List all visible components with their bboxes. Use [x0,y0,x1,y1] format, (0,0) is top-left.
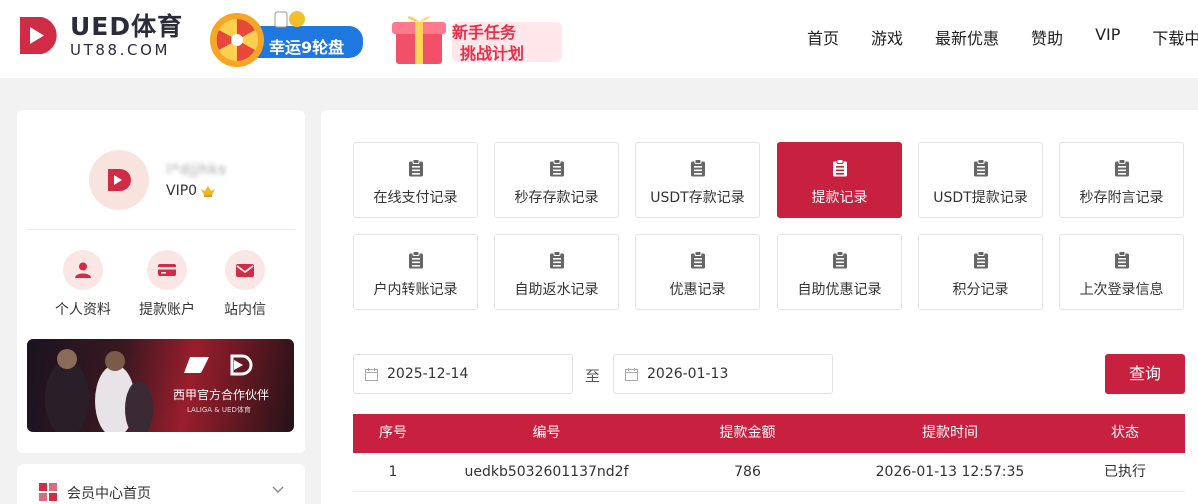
row-status: 已执行 [1104,464,1146,480]
clipboard-icon [549,251,564,269]
mail-icon [236,263,254,277]
tab-label: 秒存存款记录 [514,190,599,206]
calendar-icon [625,368,638,381]
nav-home[interactable]: 首页 [807,25,839,49]
tab-internal-transfer-records[interactable]: 户内转账记录 [353,234,478,310]
user-card: l*djjhks VIP0 个人资料 提款账户 站内信 西甲官方合作伙伴 LAL… [17,110,305,453]
quick-inbox[interactable]: 站内信 [205,250,285,319]
banner-title: 西甲官方合作伙伴 [173,388,270,402]
quick-profile[interactable]: 个人资料 [43,250,123,319]
clipboard-icon [408,159,423,177]
main-nav: 首页 游戏 最新优惠 赞助 VIP 下载中心 [807,25,1198,49]
end-date-value: 2026-01-13 [647,366,729,382]
divider [27,229,295,230]
clipboard-icon [1114,251,1129,269]
laliga-partner-banner[interactable]: 西甲官方合作伙伴 LALIGA & UED体育 [27,339,294,432]
col-number: 编号 [532,425,561,441]
date-range-separator: 至 [585,367,601,385]
newbie-task-promo[interactable]: 新手任务 挑战计划 [392,8,568,70]
clipboard-icon [549,159,564,177]
tab-label: 提款记录 [811,190,868,206]
table-header: 序号 编号 提款金额 提款时间 状态 [353,414,1185,453]
tab-label: 户内转账记录 [373,282,458,298]
newbie-task-line2: 挑战计划 [460,44,525,63]
clipboard-icon [690,159,705,177]
tab-label: 秒存附言记录 [1079,190,1164,206]
tab-label: USDT存款记录 [650,190,745,206]
lucky-wheel-promo[interactable]: 幸运9轮盘 [209,10,365,68]
sidebar-item-label: 会员中心首页 [67,486,151,502]
row-index: 1 [388,464,398,480]
clipboard-icon [408,251,423,269]
clipboard-icon [832,159,847,177]
clipboard-icon [973,159,988,177]
col-status: 状态 [1111,425,1139,441]
tab-instant-note-records[interactable]: 秒存附言记录 [1059,142,1184,218]
tab-instant-deposit-records[interactable]: 秒存存款记录 [494,142,619,218]
banner-subtitle: LALIGA & UED体育 [187,406,251,414]
tab-promotion-records[interactable]: 优惠记录 [635,234,760,310]
row-time: 2026-01-13 12:57:35 [875,464,1025,480]
row-number: uedkb5032601137nd2f [464,464,629,480]
grid-icon [39,483,57,501]
logo-subtitle: UT88.COM [70,40,171,59]
sidebar-item-member-home[interactable]: 会员中心首页 [17,464,305,504]
site-logo[interactable]: UED体育 UT88.COM [16,13,183,58]
withdraw-records-table: 序号 编号 提款金额 提款时间 状态 1 uedkb5032601137nd2f… [353,414,1185,492]
card-icon [158,264,176,276]
crown-icon [201,185,216,197]
tab-online-pay-records[interactable]: 在线支付记录 [353,142,478,218]
username: l*djjhks [167,162,227,178]
top-header: UED体育 UT88.COM 幸运9轮盘 新手任务 挑战计划 首页 游戏 最新优… [0,0,1198,78]
start-date-value: 2025-12-14 [387,366,469,382]
tab-label: 积分记录 [952,282,1009,298]
col-amount: 提款金额 [719,425,776,441]
clipboard-icon [690,251,705,269]
clipboard-icon [1114,159,1129,177]
avatar-logo-icon [108,169,131,191]
tab-self-rebate-records[interactable]: 自助返水记录 [494,234,619,310]
tab-label: 在线支付记录 [373,190,458,206]
records-panel: 在线支付记录 秒存存款记录 USDT存款记录 提款记录 USDT提款记录 秒存附言记录户内… [321,110,1198,504]
query-button[interactable]: 查询 [1105,354,1185,394]
calendar-icon [365,368,378,381]
tab-label: USDT提款记录 [933,190,1028,206]
vip-level: VIP0 [166,183,216,199]
nav-vip[interactable]: VIP [1095,25,1120,49]
quick-profile-label: 个人资料 [55,302,111,318]
logo-title: UED体育 [70,11,184,41]
tab-points-records[interactable]: 积分记录 [918,234,1043,310]
avatar[interactable] [89,150,149,210]
tab-usdt-withdraw-records[interactable]: USDT提款记录 [918,142,1043,218]
logo-mark-icon [20,17,57,54]
row-amount: 786 [734,464,761,480]
chevron-down-icon [272,486,284,493]
tab-last-login-records[interactable]: 上次登录信息 [1059,234,1184,310]
tab-self-promotion-records[interactable]: 自助优惠记录 [777,234,902,310]
col-time: 提款时间 [922,425,978,441]
nav-sponsor[interactable]: 赞助 [1031,25,1063,49]
tab-label: 优惠记录 [669,282,726,298]
table-row: 1 uedkb5032601137nd2f 786 2026-01-13 12:… [353,453,1185,492]
nav-games[interactable]: 游戏 [871,25,903,49]
start-date-input[interactable]: 2025-12-14 [353,354,573,394]
user-icon [75,262,91,278]
tab-usdt-deposit-records[interactable]: USDT存款记录 [635,142,760,218]
nav-download[interactable]: 下载中心 [1152,25,1198,49]
tab-label: 自助返水记录 [514,282,599,298]
col-index: 序号 [379,425,407,441]
quick-withdraw-account-label: 提款账户 [139,302,195,318]
end-date-input[interactable]: 2026-01-13 [613,354,833,394]
vip-level-label: VIP0 [166,183,198,199]
clipboard-icon [973,251,988,269]
lucky-wheel-label: 幸运9轮盘 [269,38,345,57]
clipboard-icon [832,251,847,269]
quick-withdraw-account[interactable]: 提款账户 [127,250,207,319]
tab-withdraw-records[interactable]: 提款记录 [777,142,902,218]
tab-label: 上次登录信息 [1079,282,1164,298]
nav-promotions[interactable]: 最新优惠 [935,25,999,49]
tab-label: 自助优惠记录 [797,282,882,298]
quick-inbox-label: 站内信 [224,302,266,318]
